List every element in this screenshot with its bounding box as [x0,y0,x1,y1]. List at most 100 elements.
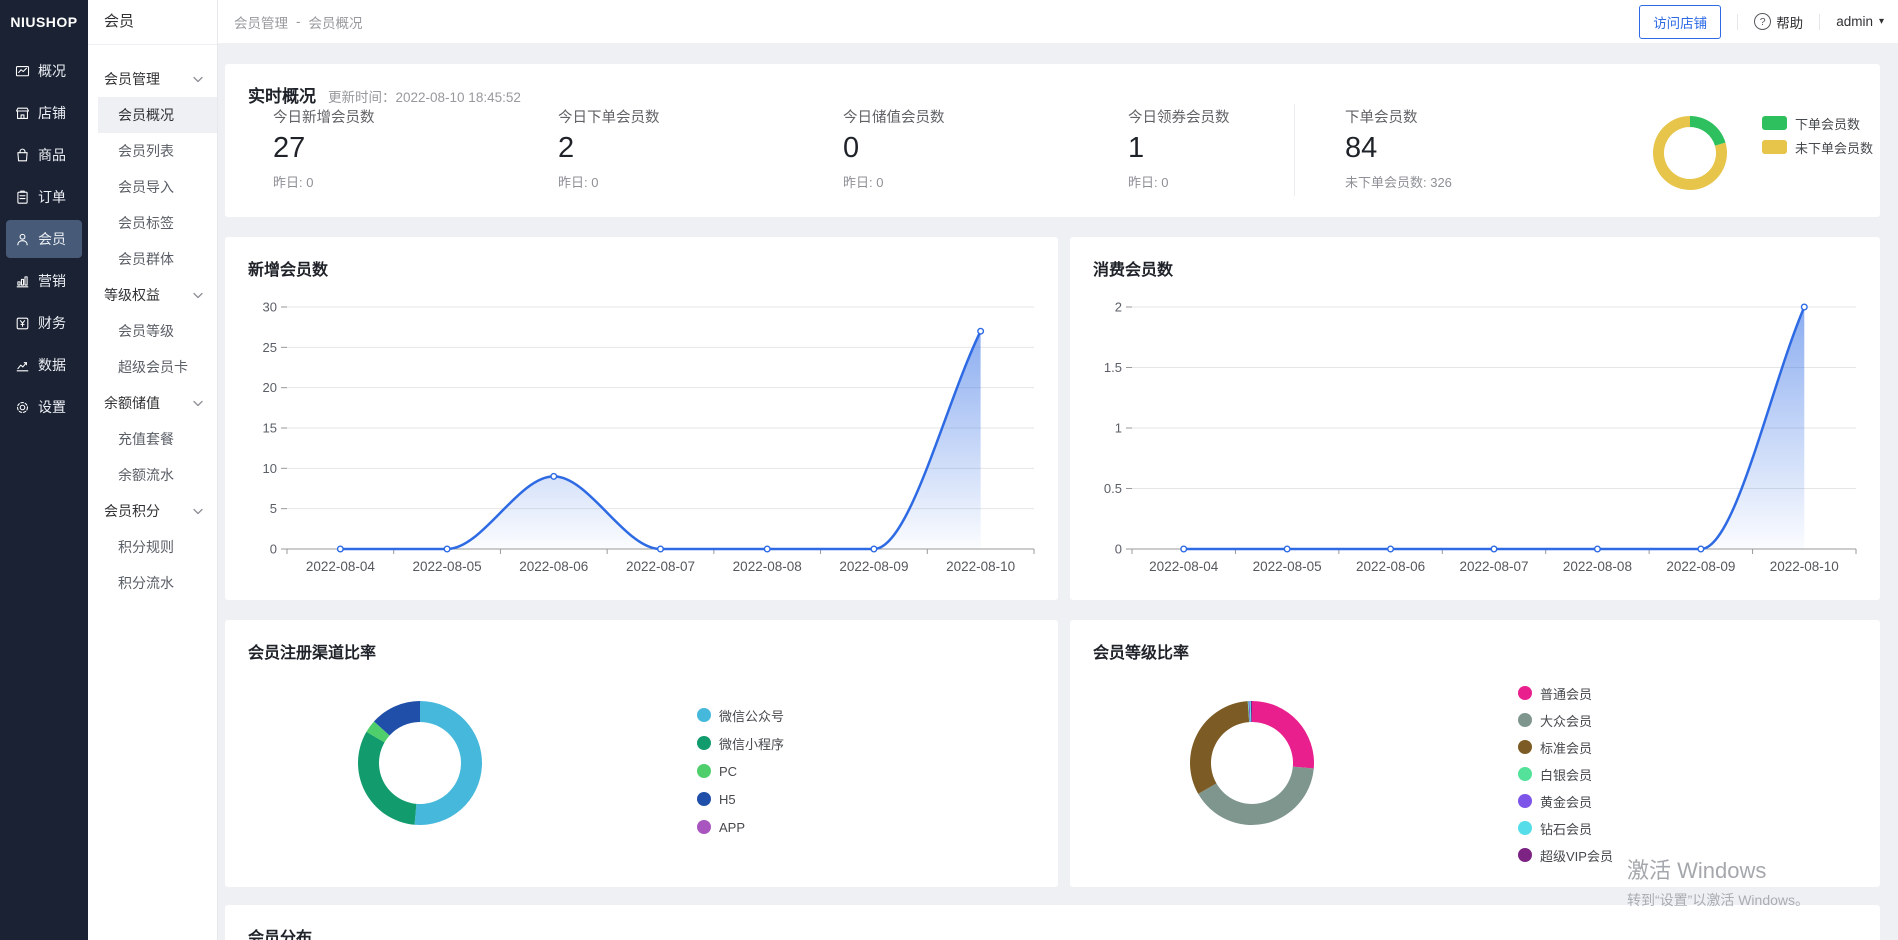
menu-item-会员等级[interactable]: 会员等级 [88,313,217,349]
legend-item-普通会员[interactable]: 普通会员 [1518,684,1613,702]
sidebar-item-label: 订单 [38,187,66,207]
menu-group-等级权益[interactable]: 等级权益 [88,277,217,313]
sidebar-item-label: 店铺 [38,103,66,123]
secondary-nav: 会员管理会员概况会员列表会员导入会员标签会员群体等级权益会员等级超级会员卡余额储… [88,45,217,601]
svg-text:2022-08-08: 2022-08-08 [1563,559,1632,574]
legend-swatch [697,764,711,778]
legend-label: 钻石会员 [1540,819,1592,838]
member-distribution-panel: 会员分布 [225,905,1880,940]
legend-swatch [1518,794,1532,808]
sidebar-item-marketing[interactable]: 营销 [6,262,82,300]
legend-item-H5[interactable]: H5 [697,790,784,808]
topbar: 会员管理 - 会员概况 访问店铺 ? 帮助 admin ▾ [218,0,1898,44]
svg-text:2: 2 [1115,300,1122,315]
menu-group-余额储值[interactable]: 余额储值 [88,385,217,421]
chevron-down-icon [193,76,203,83]
legend-item-大众会员[interactable]: 大众会员 [1518,711,1613,729]
menu-item-会员标签[interactable]: 会员标签 [88,205,217,241]
legend-label: 未下单会员数 [1795,138,1873,157]
legend-item-标准会员[interactable]: 标准会员 [1518,738,1613,756]
user-menu[interactable]: admin ▾ [1836,14,1884,29]
menu-group-会员管理[interactable]: 会员管理 [88,61,217,97]
svg-text:1: 1 [1115,421,1122,436]
sidebar-item-label: 数据 [38,355,66,375]
member-level-panel: 会员等级比率 普通会员大众会员标准会员白银会员黄金会员钻石会员超级VIP会员 [1070,620,1880,887]
legend-label: 微信小程序 [719,734,784,753]
legend-item-钻石会员[interactable]: 钻石会员 [1518,819,1613,837]
chevron-down-icon [193,400,203,407]
topbar-divider [1819,14,1820,30]
app-screen: NIUSHOP 概况店铺商品订单会员营销财务数据设置 会员 会员管理会员概况会员… [0,0,1898,940]
menu-item-充值套餐[interactable]: 充值套餐 [88,421,217,457]
menu-item-超级会员卡[interactable]: 超级会员卡 [88,349,217,385]
sidebar-item-settings[interactable]: 设置 [6,388,82,426]
svg-text:2022-08-05: 2022-08-05 [1253,559,1322,574]
legend-swatch [697,708,711,722]
legend-swatch [1518,821,1532,835]
menu-item-余额流水[interactable]: 余额流水 [88,457,217,493]
menu-item-积分流水[interactable]: 积分流水 [88,565,217,601]
legend-label: 微信公众号 [719,706,784,725]
panel-title: 消费会员数 [1070,237,1880,280]
svg-text:2022-08-04: 2022-08-04 [1149,559,1219,574]
svg-text:2022-08-05: 2022-08-05 [413,559,482,574]
sidebar-item-members[interactable]: 会员 [6,220,82,258]
legend-item-黄金会员[interactable]: 黄金会员 [1518,792,1613,810]
legend-swatch [1762,140,1787,154]
visit-shop-button[interactable]: 访问店铺 [1639,5,1721,39]
help-link[interactable]: ? 帮助 [1754,12,1803,32]
sidebar-item-finance[interactable]: 财务 [6,304,82,342]
legend-swatch [1518,686,1532,700]
menu-item-会员列表[interactable]: 会员列表 [88,133,217,169]
svg-text:2022-08-09: 2022-08-09 [839,559,908,574]
menu-group-label: 会员积分 [104,501,160,521]
menu-group-会员积分[interactable]: 会员积分 [88,493,217,529]
legend-label: 大众会员 [1540,711,1592,730]
menu-group-label: 会员管理 [104,69,160,89]
sidebar-item-store[interactable]: 店铺 [6,94,82,132]
legend-swatch [697,792,711,806]
stat-order-members: 今日下单会员数 2 昨日: 0 [558,106,660,191]
sidebar-item-orders[interactable]: 订单 [6,178,82,216]
svg-text:2022-08-09: 2022-08-09 [1666,559,1735,574]
svg-text:2022-08-07: 2022-08-07 [626,559,695,574]
sidebar-item-label: 设置 [38,397,66,417]
legend-item-APP[interactable]: APP [697,818,784,836]
legend-item-微信公众号[interactable]: 微信公众号 [697,706,784,724]
sidebar-item-goods[interactable]: 商品 [6,136,82,174]
breadcrumb-current: 会员概况 [309,12,363,32]
menu-item-会员概况[interactable]: 会员概况 [98,97,217,133]
new-members-line-chart: 0510152025302022-08-042022-08-052022-08-… [225,293,1058,593]
legend-label: 普通会员 [1540,684,1592,703]
legend-item-微信小程序[interactable]: 微信小程序 [697,734,784,752]
consume-members-line-chart: 00.511.522022-08-042022-08-052022-08-062… [1070,293,1880,593]
sidebar-item-label: 营销 [38,271,66,291]
menu-item-积分规则[interactable]: 积分规则 [88,529,217,565]
legend-swatch [697,736,711,750]
stat-coupon-members: 今日领券会员数 1 昨日: 0 [1128,106,1230,191]
legend-item-白银会员[interactable]: 白银会员 [1518,765,1613,783]
panel-title: 新增会员数 [225,237,1058,280]
legend-item-超级VIP会员[interactable]: 超级VIP会员 [1518,846,1613,864]
stat-new-members: 今日新增会员数 27 昨日: 0 [273,106,375,191]
sidebar-item-data[interactable]: 数据 [6,346,82,384]
svg-text:25: 25 [263,340,277,355]
register-channel-panel: 会员注册渠道比率 微信公众号微信小程序PCH5APP [225,620,1058,887]
menu-group-label: 等级权益 [104,285,160,305]
legend-item-未下单会员数[interactable]: 未下单会员数 [1762,138,1873,156]
legend-label: 下单会员数 [1795,114,1860,133]
chevron-down-icon [193,508,203,515]
sidebar-item-overview[interactable]: 概况 [6,52,82,90]
menu-item-会员导入[interactable]: 会员导入 [88,169,217,205]
help-label: 帮助 [1776,12,1803,32]
legend-item-PC[interactable]: PC [697,762,784,780]
svg-text:20: 20 [263,380,277,395]
line-charts-row: 新增会员数 0510152025302022-08-042022-08-0520… [225,237,1880,600]
breadcrumb-parent[interactable]: 会员管理 [234,12,288,32]
legend-label: APP [719,820,745,835]
menu-item-会员群体[interactable]: 会员群体 [88,241,217,277]
legend-item-下单会员数[interactable]: 下单会员数 [1762,114,1873,132]
settings-icon [14,399,31,416]
store-icon [14,105,31,122]
legend-swatch [1518,740,1532,754]
